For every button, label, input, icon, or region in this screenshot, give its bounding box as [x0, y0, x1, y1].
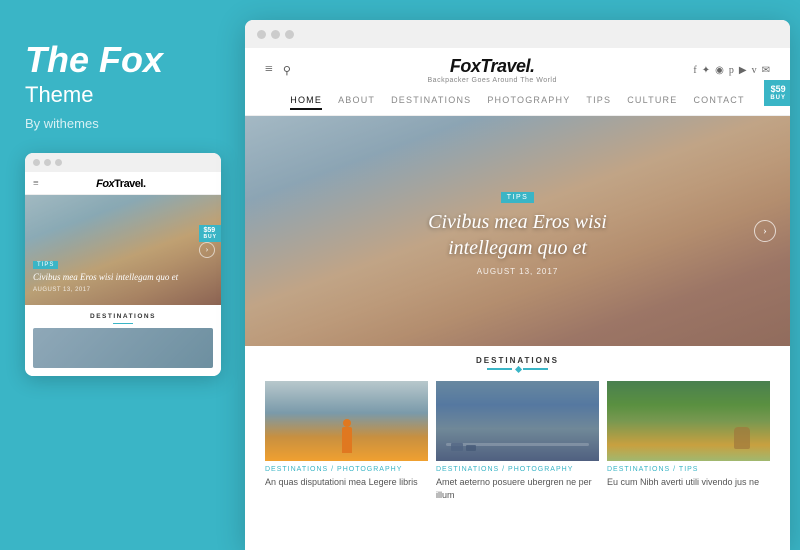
person-silhouette	[265, 381, 428, 461]
destinations-section: DESTINATIONS DESTINATIONS / PHOTOGRAPHY	[245, 346, 790, 509]
site-header: ≡ ⚲ FoxTravel. Backpacker Goes Around Th…	[245, 48, 790, 116]
pinterest-icon[interactable]: p	[729, 65, 734, 76]
vimeo-icon[interactable]: v	[752, 65, 757, 76]
theme-author: By withemes	[25, 116, 99, 131]
site-logo-name: FoxTravel.	[428, 56, 557, 77]
destinations-heading: DESTINATIONS	[265, 356, 770, 365]
social-icons: f ✦ ◉ p ▶ v ✉	[693, 65, 770, 76]
site-logo: FoxTravel. Backpacker Goes Around The Wo…	[428, 56, 557, 84]
mini-dot-2	[44, 159, 51, 166]
email-icon[interactable]: ✉	[762, 65, 770, 76]
buy-price: $59	[770, 84, 786, 95]
dest-card-1-text: An quas disputationi mea Legere libris	[265, 476, 428, 489]
mini-hero-date: AUGUST 13, 2017	[33, 287, 199, 293]
mini-buy-badge: $59 BUY	[199, 225, 221, 242]
browser-dot-3	[285, 30, 294, 39]
browser-dot-2	[271, 30, 280, 39]
mini-hamburger-icon: ≡	[33, 178, 39, 189]
destinations-header: DESTINATIONS	[265, 356, 770, 373]
mini-hero: TIPS Civibus mea Eros wisi intellegam qu…	[25, 195, 221, 305]
dest-card-1-category: DESTINATIONS / PHOTOGRAPHY	[265, 466, 428, 473]
nav-destinations[interactable]: DESTINATIONS	[391, 95, 471, 110]
dest-diamond	[515, 366, 522, 373]
youtube-icon[interactable]: ▶	[739, 65, 747, 76]
dest-card-img-1	[265, 381, 428, 461]
dest-card-1: DESTINATIONS / PHOTOGRAPHY An quas dispu…	[265, 381, 428, 501]
nav-about[interactable]: ABOUT	[338, 95, 375, 110]
main-browser: ≡ ⚲ FoxTravel. Backpacker Goes Around Th…	[245, 20, 790, 550]
hero-title: Civibus mea Eros wisi intellegam quo et	[388, 209, 648, 261]
hamburger-icon[interactable]: ≡	[265, 62, 273, 78]
figure-icon	[342, 427, 352, 453]
mini-dest-img	[33, 328, 213, 368]
search-icon[interactable]: ⚲	[283, 64, 291, 77]
hero-next-arrow[interactable]: ›	[754, 220, 776, 242]
mini-dest-line	[113, 323, 133, 325]
nav-contact[interactable]: CONTACT	[693, 95, 744, 110]
dest-card-3: DESTINATIONS / TIPS Eu cum Nibh averti u…	[607, 381, 770, 501]
dest-card-3-category: DESTINATIONS / TIPS	[607, 466, 770, 473]
dest-card-2: DESTINATIONS / PHOTOGRAPHY Amet aeterno …	[436, 381, 599, 501]
mini-hero-title: Civibus mea Eros wisi intellegam quo et	[33, 272, 199, 284]
dest-line-left	[487, 368, 512, 370]
nav-home[interactable]: HOME	[290, 95, 322, 110]
theme-title: The Fox	[25, 40, 163, 80]
mini-dot-1	[33, 159, 40, 166]
mini-logo: FoxTravel.	[96, 178, 145, 190]
site-nav: HOME ABOUT DESTINATIONS PHOTOGRAPHY TIPS…	[265, 90, 770, 115]
nav-culture[interactable]: CULTURE	[627, 95, 677, 110]
destinations-underline	[265, 368, 770, 373]
mini-arrow-button[interactable]: ›	[199, 242, 215, 258]
mini-tips-badge: TIPS	[33, 261, 58, 269]
mini-destinations: DESTINATIONS	[25, 305, 221, 377]
mini-content: ≡ FoxTravel. TIPS Civibus mea Eros wisi …	[25, 172, 221, 377]
mini-hero-content-area: TIPS Civibus mea Eros wisi intellegam qu…	[33, 253, 199, 293]
destination-cards: DESTINATIONS / PHOTOGRAPHY An quas dispu…	[265, 381, 770, 501]
mini-browser-preview: ≡ FoxTravel. TIPS Civibus mea Eros wisi …	[25, 153, 221, 377]
twitter-icon[interactable]: ✦	[702, 65, 710, 76]
dest-card-2-text: Amet aeterno posuere ubergren ne per ill…	[436, 476, 599, 501]
nav-tips[interactable]: TIPS	[586, 95, 611, 110]
dest-card-2-category: DESTINATIONS / PHOTOGRAPHY	[436, 466, 599, 473]
website-content: ≡ ⚲ FoxTravel. Backpacker Goes Around Th…	[245, 48, 790, 550]
buy-label: BUY	[770, 95, 786, 102]
site-header-top: ≡ ⚲ FoxTravel. Backpacker Goes Around Th…	[265, 56, 770, 90]
mini-dot-3	[55, 159, 62, 166]
mini-browser-bar	[25, 153, 221, 172]
nav-photography[interactable]: PHOTOGRAPHY	[487, 95, 570, 110]
hero-section: TIPS Civibus mea Eros wisi intellegam qu…	[245, 116, 790, 346]
header-left-icons: ≡ ⚲	[265, 62, 291, 78]
mini-dest-title: DESTINATIONS	[33, 313, 213, 320]
browser-dot-1	[257, 30, 266, 39]
site-logo-tagline: Backpacker Goes Around The World	[428, 77, 557, 84]
facebook-icon[interactable]: f	[693, 65, 696, 76]
left-panel: The Fox Theme By withemes ≡ FoxTravel. T…	[0, 0, 245, 550]
dest-card-img-2	[436, 381, 599, 461]
mini-header: ≡ FoxTravel.	[25, 172, 221, 195]
buy-badge[interactable]: $59 BUY	[764, 80, 790, 106]
hero-content: TIPS Civibus mea Eros wisi intellegam qu…	[388, 186, 648, 276]
browser-top-bar	[245, 20, 790, 48]
dest-line-right	[523, 368, 548, 370]
hero-category-badge: TIPS	[501, 192, 535, 203]
theme-subtitle: Theme	[25, 82, 93, 108]
hero-date: AUGUST 13, 2017	[388, 267, 648, 276]
instagram-icon[interactable]: ◉	[715, 65, 724, 76]
dest-card-img-3	[607, 381, 770, 461]
dest-card-3-text: Eu cum Nibh averti utili vivendo jus ne	[607, 476, 770, 489]
